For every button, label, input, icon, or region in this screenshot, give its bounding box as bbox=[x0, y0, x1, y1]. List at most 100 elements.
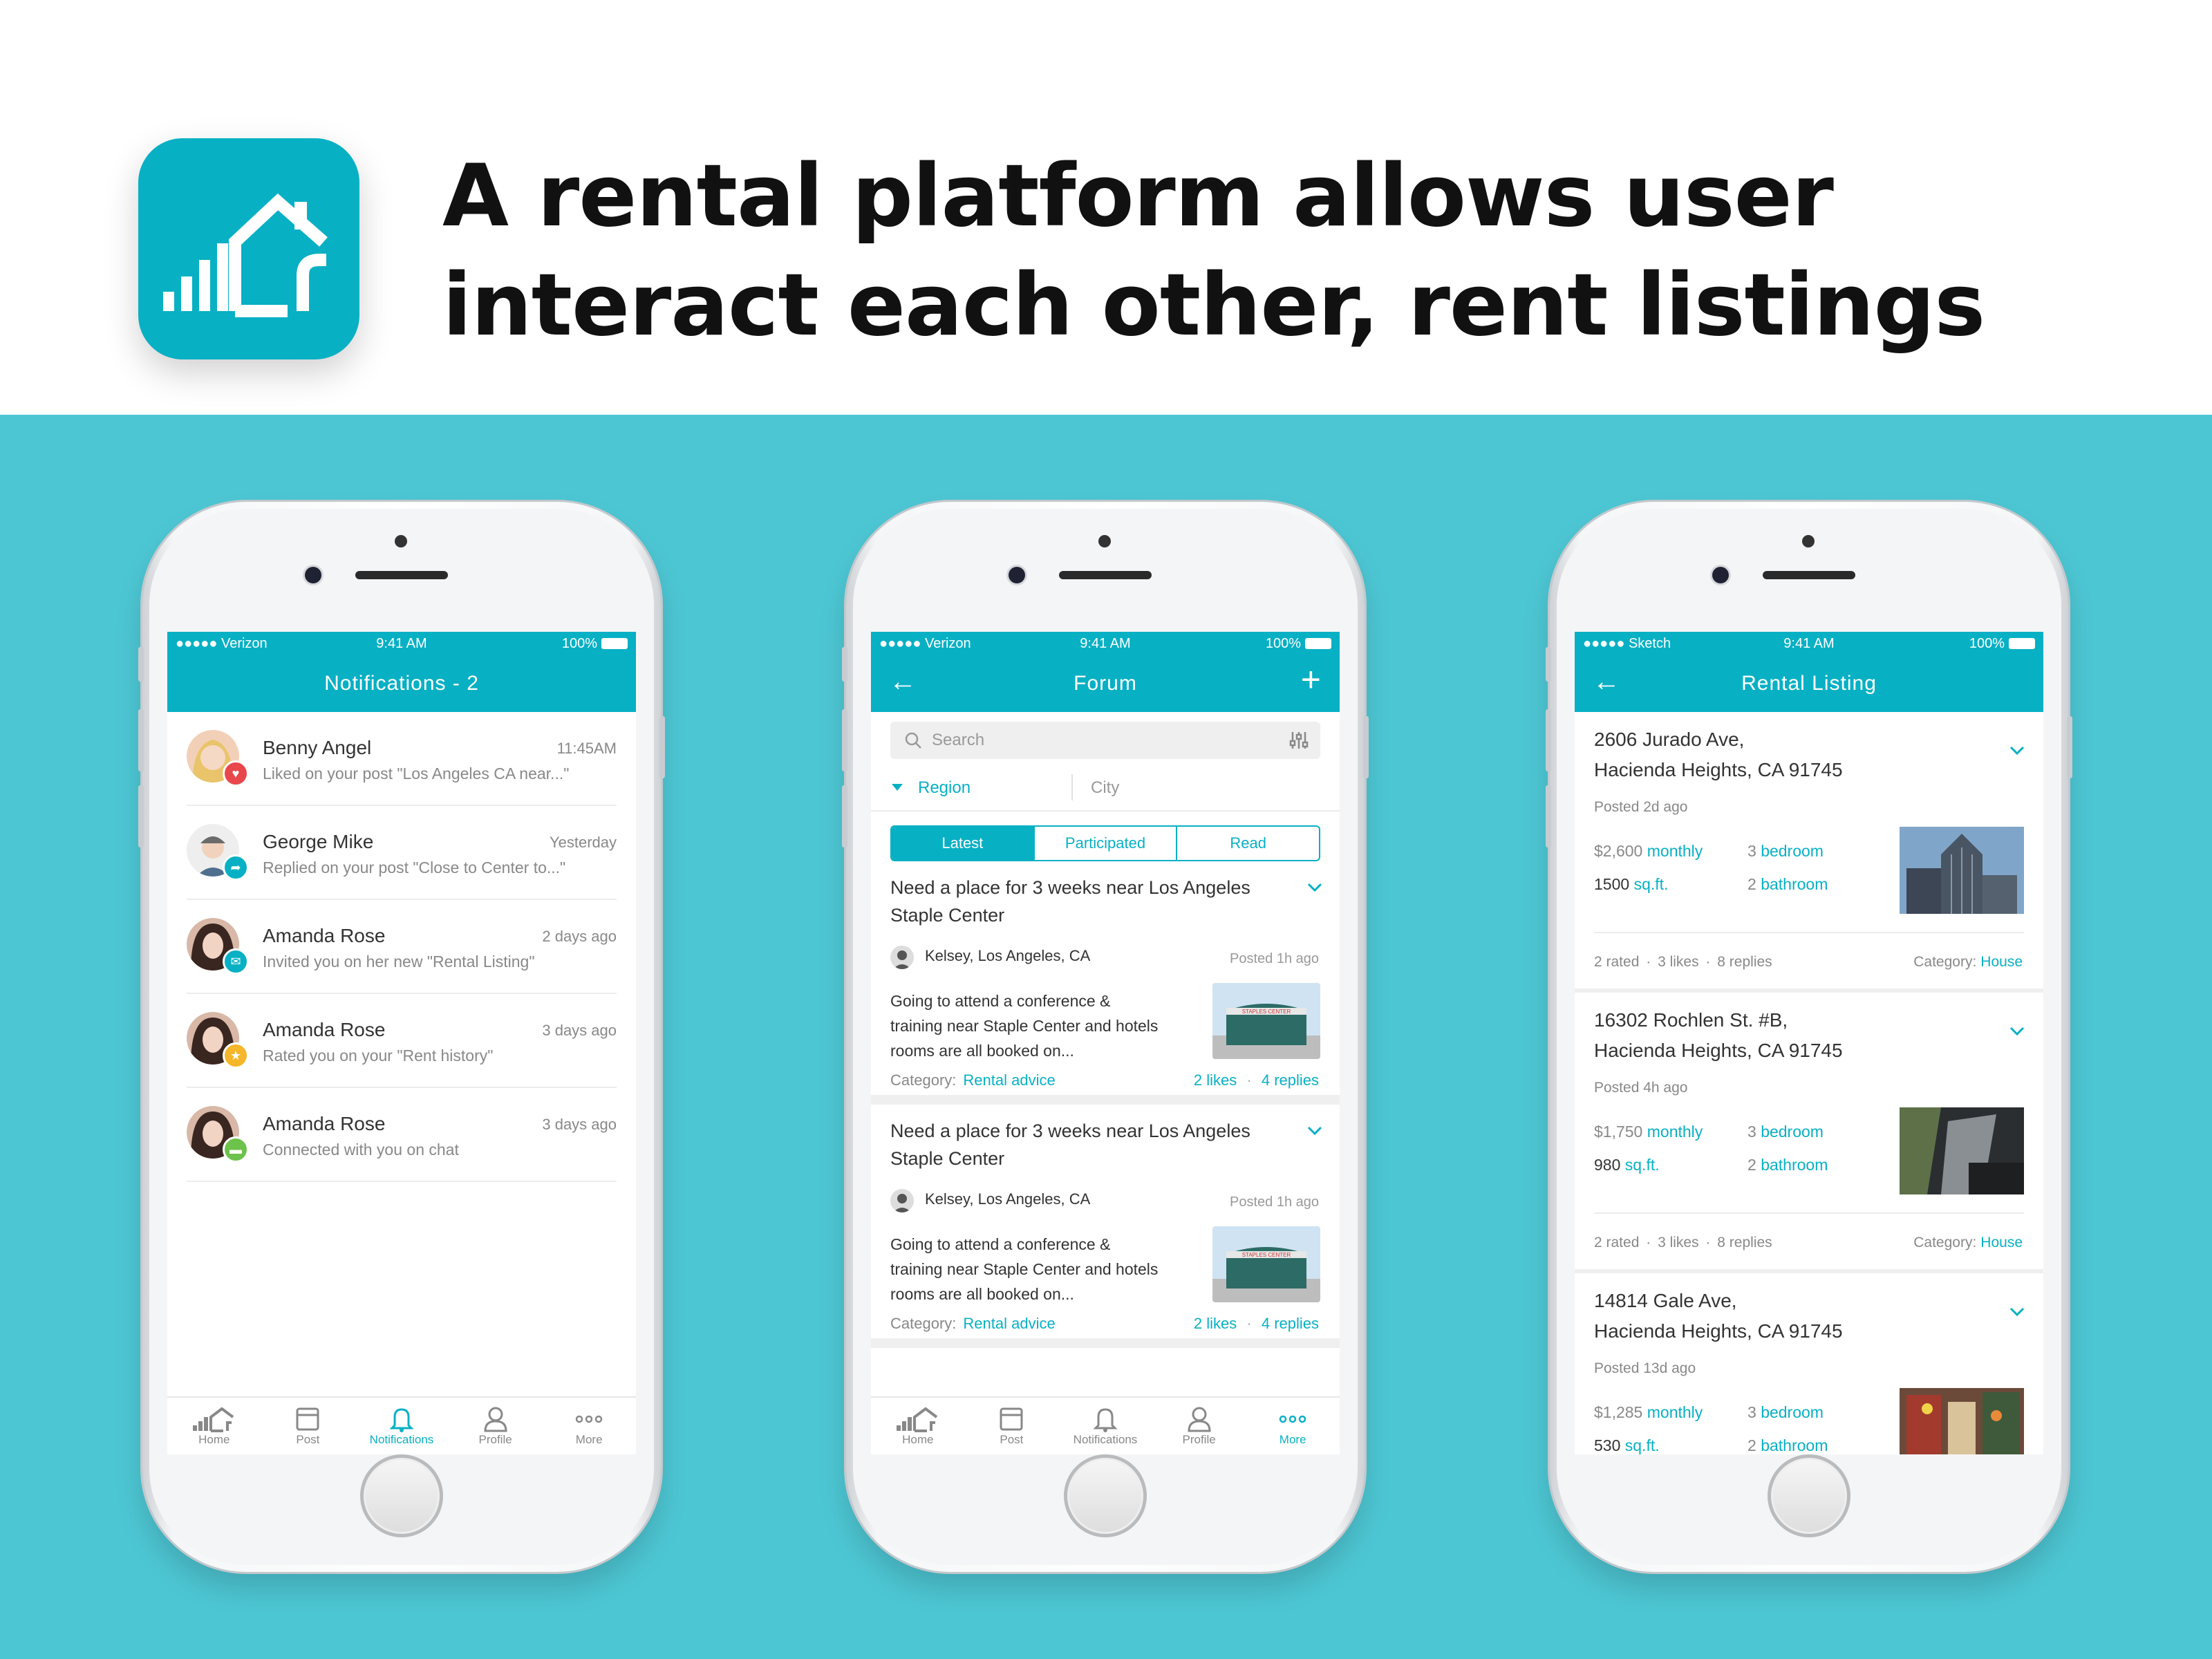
area-unit: sq.ft. bbox=[1624, 1156, 1660, 1174]
front-camera bbox=[1712, 567, 1729, 583]
listing-category[interactable]: House bbox=[1980, 1235, 2023, 1250]
listing-area: 980 bbox=[1594, 1156, 1621, 1174]
price-unit: monthly bbox=[1647, 1403, 1703, 1421]
chevron-down-icon[interactable] bbox=[2009, 1306, 2025, 1318]
tab-more[interactable]: More bbox=[1246, 1398, 1340, 1454]
forum-post[interactable]: Need a place for 3 weeks near Los Angele… bbox=[871, 1105, 1340, 1348]
home-button[interactable] bbox=[360, 1454, 443, 1537]
notification-item[interactable]: ★ Amanda Rose 3 days ago Rated you on yo… bbox=[187, 994, 617, 1088]
region-filter[interactable]: Region bbox=[918, 778, 971, 798]
bell-icon bbox=[1093, 1405, 1118, 1433]
sensor bbox=[1802, 535, 1815, 547]
filter-icon[interactable] bbox=[1288, 730, 1309, 751]
chevron-down-icon[interactable] bbox=[1306, 1125, 1323, 1136]
notification-name: Amanda Rose bbox=[263, 1019, 386, 1040]
listing-photo bbox=[1900, 827, 2024, 914]
svg-text:STAPLES CENTER: STAPLES CENTER bbox=[1242, 1009, 1291, 1015]
segment-latest[interactable]: Latest bbox=[892, 827, 1035, 860]
sensor bbox=[395, 535, 407, 547]
listing-photo bbox=[1900, 1107, 2024, 1194]
add-icon[interactable]: + bbox=[1301, 662, 1322, 697]
chat-icon: ▬ bbox=[223, 1136, 249, 1163]
post-time: Posted 1h ago bbox=[1230, 951, 1319, 966]
listing-posted: Posted 2d ago bbox=[1594, 799, 1688, 815]
profile-icon bbox=[483, 1405, 508, 1433]
notification-name: Benny Angel bbox=[263, 737, 372, 758]
listing-city: Hacienda Heights, CA 91745 bbox=[1594, 1040, 1843, 1061]
replies-count[interactable]: 4 replies bbox=[1262, 1071, 1319, 1089]
tab-label: More bbox=[575, 1433, 603, 1446]
notification-item[interactable]: ✉ Amanda Rose 2 days ago Invited you on … bbox=[187, 900, 617, 994]
listing-card[interactable]: 14814 Gale Ave, Hacienda Heights, CA 9174… bbox=[1575, 1273, 2043, 1454]
home-icon bbox=[190, 1405, 238, 1433]
listing-street: 14814 Gale Ave, bbox=[1594, 1290, 1737, 1311]
post-title: Need a place for 3 weeks near Los Angele… bbox=[890, 1121, 1250, 1169]
listing-photo bbox=[1900, 1388, 2024, 1454]
tab-label: Post bbox=[296, 1433, 320, 1446]
tab-post[interactable]: Post bbox=[261, 1398, 355, 1454]
speaker bbox=[1059, 571, 1152, 579]
tab-home[interactable]: Home bbox=[167, 1398, 261, 1454]
post-category[interactable]: Rental advice bbox=[963, 1315, 1055, 1332]
back-arrow-icon[interactable]: ← bbox=[889, 668, 917, 695]
listing-card[interactable]: 16302 Rochlen St. #B, Hacienda Heights, C… bbox=[1575, 993, 2043, 1273]
segment-participated[interactable]: Participated bbox=[1035, 827, 1178, 860]
listing-area: 1500 bbox=[1594, 875, 1630, 893]
tab-bar: Home Post Notifications Profile More bbox=[871, 1396, 1340, 1454]
notification-time: Yesterday bbox=[549, 834, 617, 851]
listing-street: 16302 Rochlen St. #B, bbox=[1594, 1009, 1788, 1031]
bathroom-unit: bathroom bbox=[1761, 1436, 1828, 1454]
post-image: STAPLES CENTER bbox=[1212, 983, 1320, 1059]
phone-forum: ●●●●● Verizon 9:41 AM 100% ← Forum + Sea… bbox=[842, 502, 1369, 1572]
bell-icon bbox=[389, 1405, 414, 1433]
home-button[interactable] bbox=[1064, 1454, 1147, 1537]
chevron-down-icon[interactable] bbox=[2009, 745, 2025, 756]
forum-post[interactable]: Need a place for 3 weeks near Los Angele… bbox=[871, 861, 1340, 1105]
notification-item[interactable]: ➦ George Mike Yesterday Replied on your … bbox=[187, 806, 617, 900]
sensor bbox=[1098, 535, 1111, 547]
category-label: Category: bbox=[890, 1071, 957, 1089]
replies-count: 8 replies bbox=[1717, 1235, 1772, 1250]
tab-profile[interactable]: Profile bbox=[449, 1398, 543, 1454]
back-arrow-icon[interactable]: ← bbox=[1593, 668, 1621, 695]
listing-city: Hacienda Heights, CA 91745 bbox=[1594, 1320, 1843, 1342]
tab-home[interactable]: Home bbox=[871, 1398, 965, 1454]
notification-time: 11:45AM bbox=[556, 740, 617, 757]
rated-count: 2 rated bbox=[1594, 954, 1640, 970]
notification-item[interactable]: ▬ Amanda Rose 3 days ago Connected with … bbox=[187, 1088, 617, 1182]
replies-count[interactable]: 4 replies bbox=[1262, 1315, 1319, 1332]
app-logo bbox=[138, 138, 359, 359]
notification-time: 3 days ago bbox=[542, 1116, 617, 1133]
search-input[interactable]: Search bbox=[890, 722, 1320, 759]
mail-icon: ✉ bbox=[223, 948, 249, 975]
listing-category[interactable]: House bbox=[1980, 954, 2023, 970]
notification-item[interactable]: ♥ Benny Angel 11:45AM Liked on your post… bbox=[187, 712, 617, 806]
chevron-down-icon[interactable] bbox=[2009, 1026, 2025, 1037]
rated-count: 2 rated bbox=[1594, 1235, 1640, 1250]
segment-read[interactable]: Read bbox=[1177, 827, 1319, 860]
bedroom-unit: bedroom bbox=[1761, 1403, 1824, 1421]
tab-profile[interactable]: Profile bbox=[1152, 1398, 1246, 1454]
header: A rental platform allows user interact e… bbox=[0, 0, 2212, 415]
tab-more[interactable]: More bbox=[542, 1398, 636, 1454]
home-button[interactable] bbox=[1768, 1454, 1850, 1537]
headline-line-2: interact each other, rent listings bbox=[442, 256, 1985, 355]
post-category[interactable]: Rental advice bbox=[963, 1071, 1055, 1089]
likes-count[interactable]: 2 likes bbox=[1194, 1071, 1237, 1089]
tab-post[interactable]: Post bbox=[965, 1398, 1059, 1454]
status-bar: ●●●●● Verizon 9:41 AM 100% bbox=[871, 632, 1340, 655]
screen-title: Rental Listing bbox=[1741, 672, 1877, 695]
status-bar: ●●●●● Sketch 9:41 AM 100% bbox=[1575, 632, 2043, 655]
tab-label: Home bbox=[902, 1433, 934, 1446]
likes-count[interactable]: 2 likes bbox=[1194, 1315, 1237, 1332]
status-bar: ●●●●● Verizon 9:41 AM 100% bbox=[167, 632, 636, 655]
chevron-down-icon[interactable] bbox=[1306, 882, 1323, 893]
city-filter[interactable]: City bbox=[1091, 778, 1119, 798]
clock: 9:41 AM bbox=[1783, 635, 1835, 651]
listing-card[interactable]: 2606 Jurado Ave, Hacienda Heights, CA 917… bbox=[1575, 712, 2043, 993]
tab-notifications[interactable]: Notifications bbox=[355, 1398, 449, 1454]
tab-notifications[interactable]: Notifications bbox=[1058, 1398, 1152, 1454]
tab-label: Profile bbox=[1182, 1433, 1216, 1446]
dropdown-triangle-icon bbox=[892, 784, 903, 791]
listing-city: Hacienda Heights, CA 91745 bbox=[1594, 759, 1843, 780]
